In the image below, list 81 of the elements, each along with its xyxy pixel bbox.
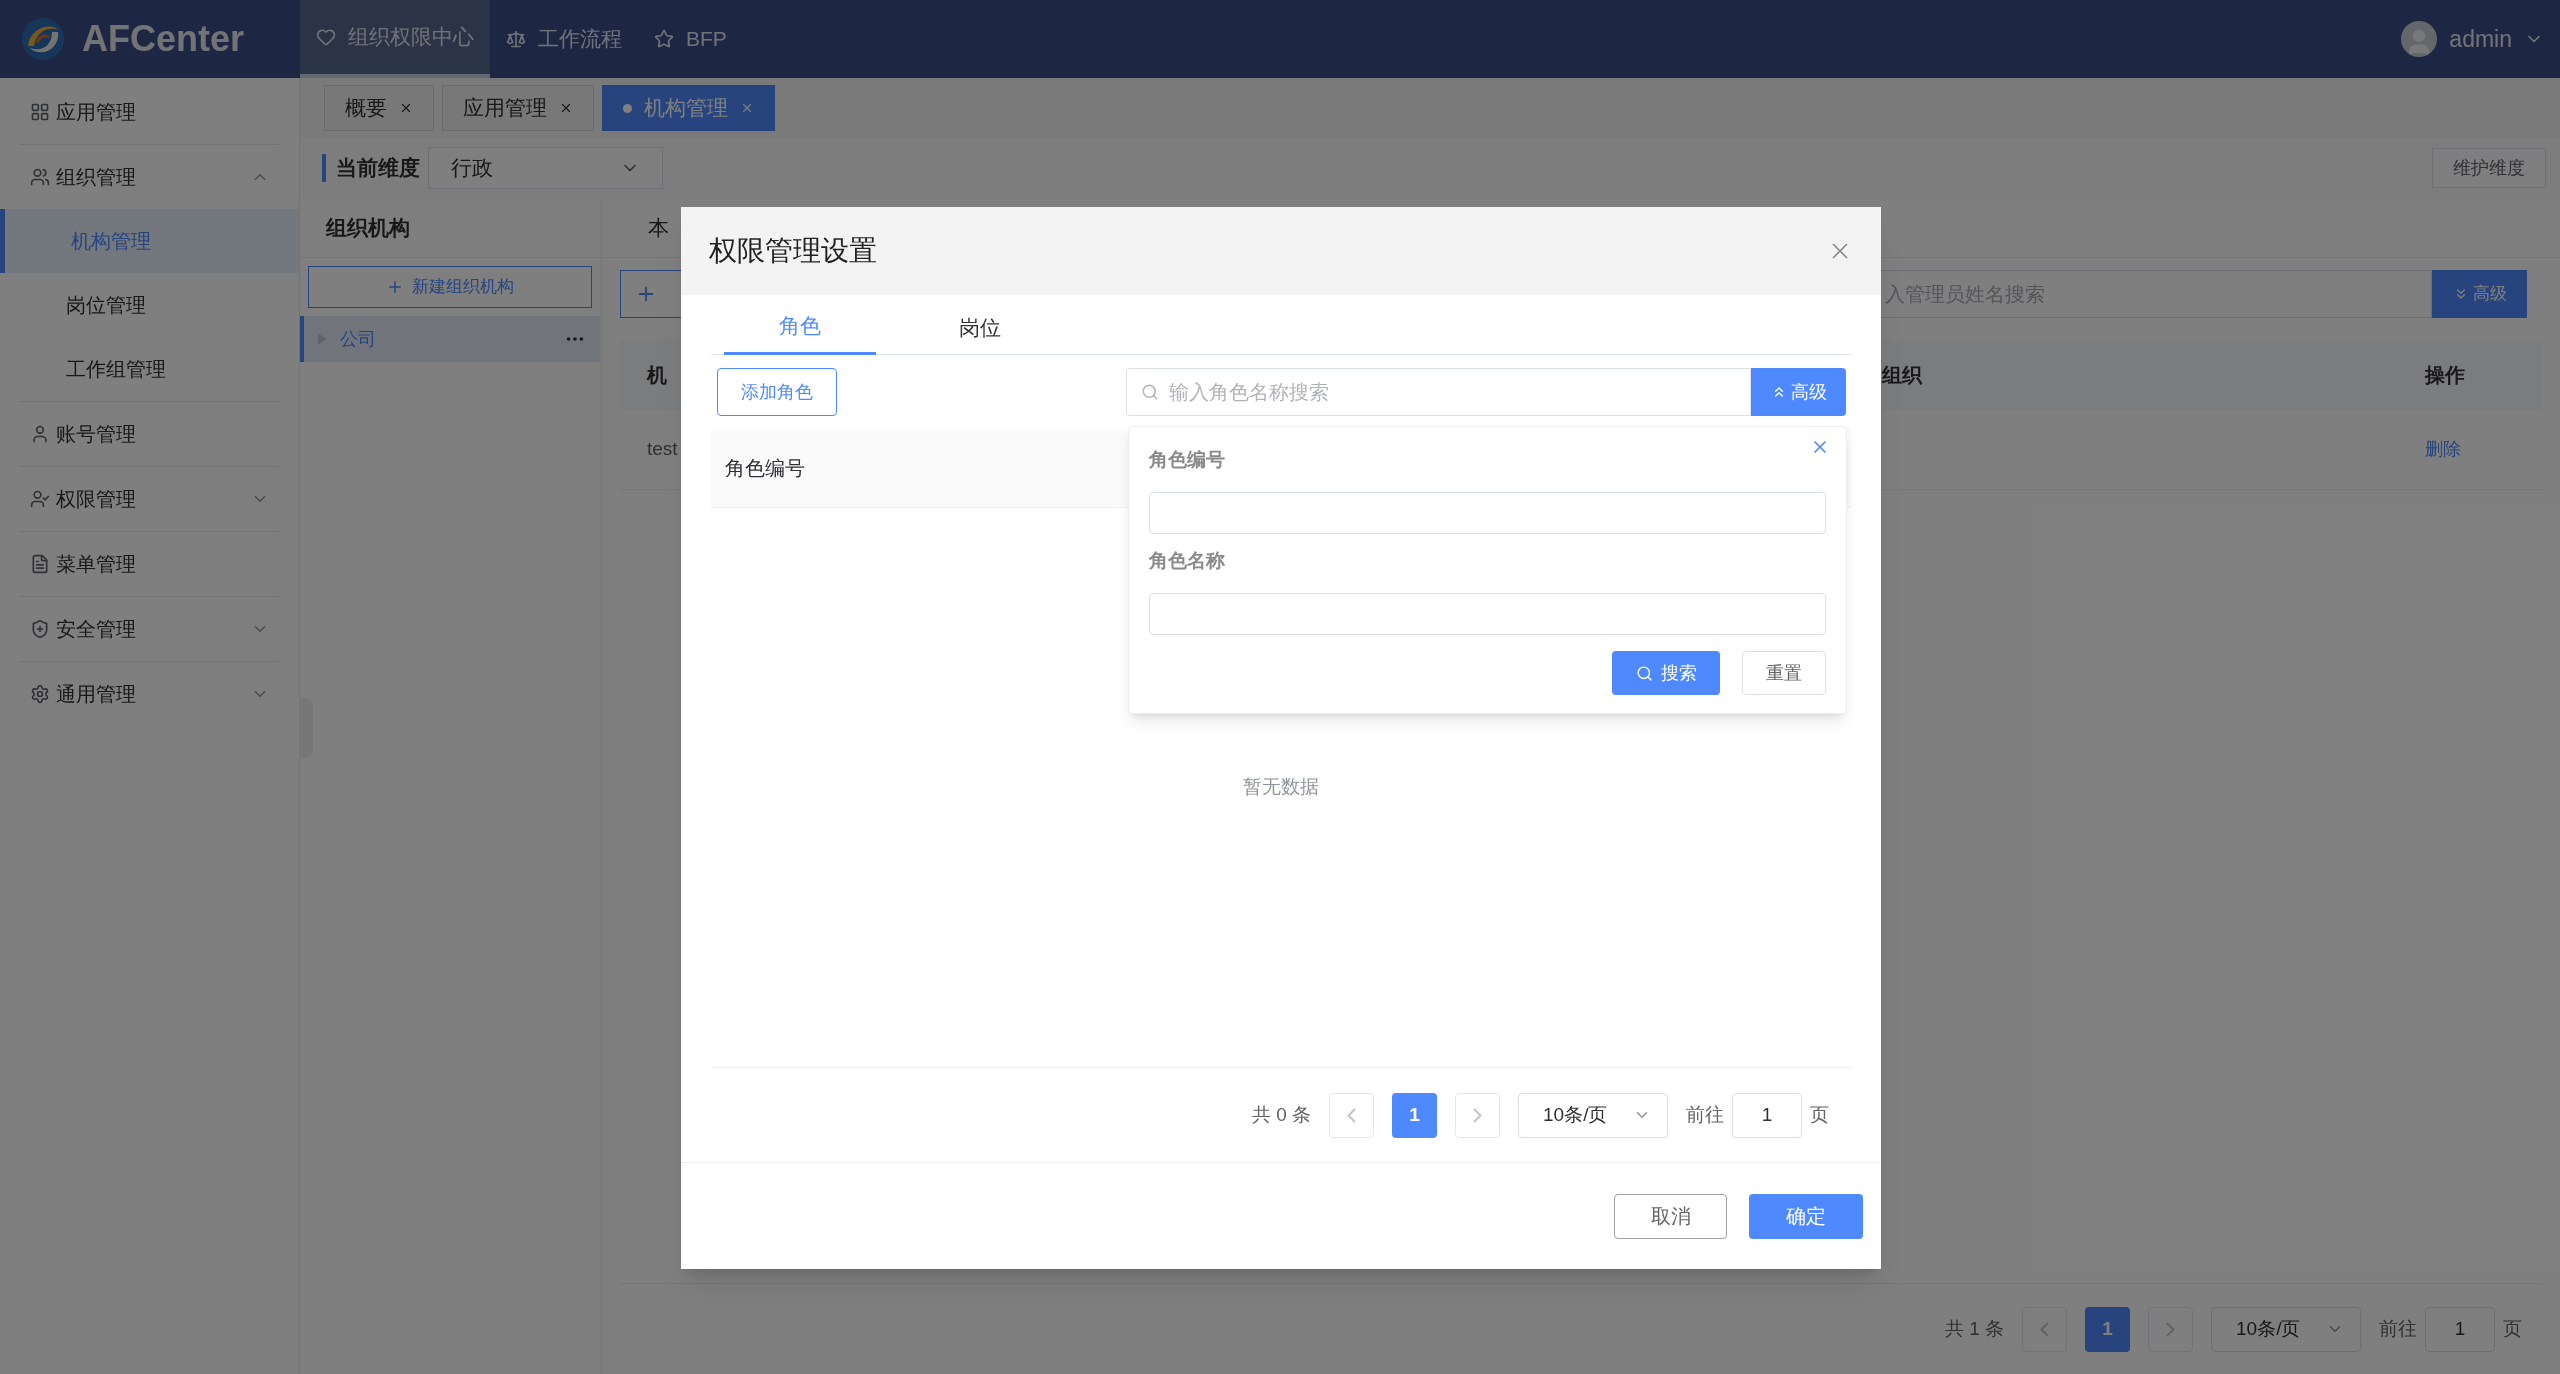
- nav-tab[interactable]: BFP: [638, 0, 743, 78]
- advanced-search-button[interactable]: 高级: [1751, 368, 1846, 416]
- close-icon: [559, 101, 573, 115]
- field-label: 角色编号: [1149, 447, 1226, 472]
- page-suffix: 页: [1810, 1102, 1829, 1127]
- dimension-label: 当前维度: [336, 155, 420, 182]
- page-tab[interactable]: 应用管理: [442, 85, 594, 131]
- logo-icon: [20, 16, 66, 62]
- page-size-select[interactable]: 10条/页: [2211, 1306, 2361, 1352]
- add-role-button[interactable]: 添加角色: [717, 368, 837, 416]
- maintain-dimension-button[interactable]: 维护维度: [2432, 148, 2546, 188]
- panel-title: 组织机构: [326, 214, 410, 241]
- reset-button[interactable]: 重置: [1742, 651, 1826, 695]
- sidebar-item[interactable]: 岗位管理: [0, 273, 299, 337]
- document-icon: [30, 554, 50, 574]
- column-header: 角色编号: [725, 455, 805, 481]
- page-number[interactable]: 1: [2085, 1306, 2130, 1352]
- total-count: 共 1 条: [1944, 1316, 2004, 1341]
- search-button[interactable]: 搜索: [1612, 651, 1720, 695]
- plus-icon: [386, 278, 404, 296]
- settings-icon: [30, 684, 50, 704]
- chevron-right-icon: [2166, 1321, 2175, 1337]
- field-label: 角色名称: [1149, 548, 1226, 573]
- user-check-icon: [30, 489, 50, 509]
- user-icon: [30, 424, 50, 444]
- dialog-tab[interactable]: 角色: [724, 300, 876, 355]
- delete-link[interactable]: 删除: [2425, 439, 2461, 460]
- sidebar-item[interactable]: 应用管理: [0, 80, 299, 144]
- panel-tab[interactable]: 本: [648, 211, 669, 244]
- nav-tab[interactable]: 组织权限中心: [300, 0, 490, 78]
- advanced-search-button[interactable]: 高级: [2432, 270, 2527, 318]
- dialog-title: 权限管理设置: [709, 234, 877, 268]
- sidebar-item[interactable]: 工作组管理: [0, 337, 299, 401]
- nav-tab[interactable]: 工作流程: [490, 0, 638, 78]
- chevron-left-icon: [2040, 1321, 2049, 1337]
- grid-icon: [30, 102, 50, 122]
- sidebar-item[interactable]: 安全管理: [0, 597, 299, 661]
- page-suffix: 页: [2503, 1316, 2522, 1341]
- heart-icon: [316, 27, 336, 47]
- star-icon: [654, 29, 674, 49]
- confirm-button[interactable]: 确定: [1749, 1193, 1863, 1239]
- column-header: 操作: [2423, 363, 2466, 388]
- sidebar-item[interactable]: 账号管理: [0, 402, 299, 466]
- sidebar-item[interactable]: 机构管理: [0, 209, 299, 273]
- user-menu[interactable]: admin: [2401, 0, 2544, 78]
- total-count: 共 0 条: [1251, 1102, 1311, 1127]
- tree-node[interactable]: 公司: [300, 316, 600, 362]
- dimension-select[interactable]: 行政: [428, 147, 663, 189]
- input-field[interactable]: [1149, 492, 1826, 534]
- sidebar-item[interactable]: 组织管理: [0, 145, 299, 209]
- sidebar-item[interactable]: 权限管理: [0, 467, 299, 531]
- goto-page-field[interactable]: 1: [1732, 1092, 1802, 1138]
- column-header: 组织: [1880, 363, 1924, 388]
- close-icon: [740, 101, 754, 115]
- shield-plus-icon: [30, 619, 50, 639]
- column-header: 机: [645, 363, 668, 388]
- cancel-button[interactable]: 取消: [1614, 1193, 1727, 1239]
- table-cell: test: [647, 438, 678, 460]
- users-icon: [30, 167, 50, 187]
- chevron-right-icon: [1473, 1107, 1482, 1123]
- page-number[interactable]: 1: [1392, 1092, 1437, 1138]
- page-tab[interactable]: 概要: [324, 85, 434, 131]
- search-icon: [1635, 664, 1653, 682]
- new-org-button[interactable]: 新建组织机构: [308, 266, 592, 308]
- dialog-tab[interactable]: 岗位: [904, 300, 1056, 355]
- sidebar-item[interactable]: 菜单管理: [0, 532, 299, 596]
- close-icon: [399, 101, 413, 115]
- accent-bar: [322, 154, 326, 182]
- sidebar-item[interactable]: 通用管理: [0, 662, 299, 726]
- chevron-left-icon: [1347, 1107, 1356, 1123]
- input-field[interactable]: [1149, 593, 1826, 635]
- page-size-select[interactable]: 10条/页: [1518, 1092, 1668, 1138]
- app-logo-text: AFCenter: [82, 17, 245, 61]
- page-tab[interactable]: 机构管理: [602, 85, 775, 131]
- goto-page-field[interactable]: 1: [2425, 1306, 2495, 1352]
- role-search-field[interactable]: 输入角色名称搜索: [1126, 368, 1751, 416]
- search-icon: [1141, 383, 1159, 401]
- scale-icon: [506, 29, 526, 49]
- goto-label: 前往: [2379, 1316, 2417, 1341]
- goto-label: 前往: [1686, 1102, 1724, 1127]
- empty-message: 暂无数据: [1243, 775, 1319, 800]
